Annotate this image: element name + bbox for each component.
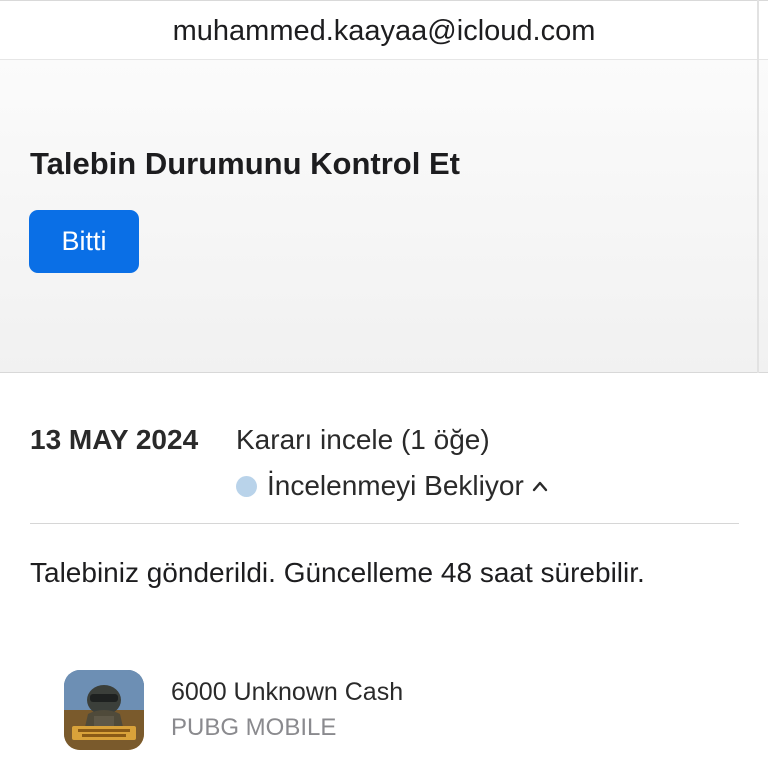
page-title: Talebin Durumunu Kontrol Et	[30, 146, 460, 181]
status-dot-icon	[236, 475, 257, 497]
account-email: muhammed.kaayaa@icloud.com	[172, 15, 596, 47]
item-publisher: PUBG MOBILE	[171, 714, 337, 741]
header-panel: Talebin Durumunu Kontrol Et Bitti	[0, 60, 768, 373]
request-date: 13 MAY 2024	[30, 424, 199, 455]
status-label: İncelenmeyi Bekliyor	[267, 470, 524, 501]
pubg-mobile-app-icon	[64, 670, 144, 750]
status-toggle[interactable]: İncelenmeyi Bekliyor	[236, 470, 548, 502]
account-bar: muhammed.kaayaa@icloud.com	[0, 0, 768, 60]
scroll-edge-divider	[757, 0, 759, 373]
chevron-up-icon	[532, 481, 547, 492]
request-title: Kararı incele (1 öğe)	[236, 424, 490, 455]
divider	[30, 523, 739, 524]
item-name: 6000 Unknown Cash	[171, 678, 404, 706]
status-message: Talebiniz gönderildi. Güncelleme 48 saat…	[30, 557, 645, 588]
request-status-page: muhammed.kaayaa@icloud.com Talebin Durum…	[0, 0, 768, 768]
done-button[interactable]: Bitti	[29, 210, 139, 273]
